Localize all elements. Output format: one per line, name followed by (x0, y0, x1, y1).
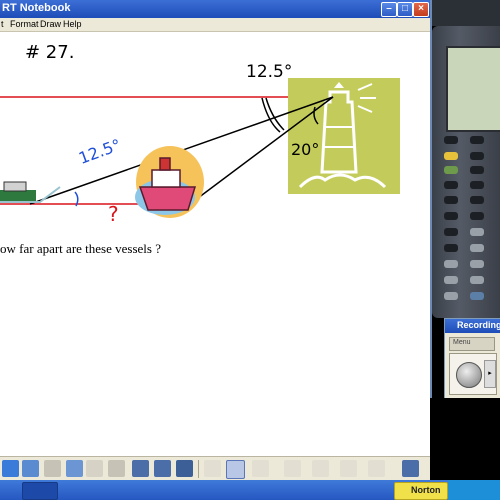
small-ship-picture (0, 181, 61, 203)
toolbar-capture-icon[interactable] (176, 460, 193, 477)
angle-label-lighthouse: 20° (291, 140, 320, 159)
problem-number: # 27. (25, 42, 75, 63)
notebook-window: RT Notebook – □ × t Format Draw Help # 2… (0, 0, 432, 481)
norton-label: Norton (411, 485, 441, 495)
toolbar-undo-icon[interactable] (2, 460, 19, 477)
angle-arc-top (261, 97, 281, 133)
calc-key[interactable] (470, 212, 484, 220)
calc-key[interactable] (470, 260, 484, 268)
recording-menu-dropdown[interactable]: Menu (449, 337, 495, 351)
window-title: RT Notebook (2, 2, 71, 14)
calc-key[interactable] (444, 212, 458, 220)
calc-key-2nd[interactable] (444, 152, 458, 160)
toolbar-save-icon[interactable] (22, 460, 39, 477)
toolbar-text-icon[interactable] (368, 460, 385, 477)
toolbar-highlighter-icon[interactable] (252, 460, 269, 477)
taskbar: Norton (0, 480, 500, 500)
calc-key[interactable] (444, 196, 458, 204)
calc-key[interactable] (444, 244, 458, 252)
recording-panel: Recording Menu ▸ (444, 318, 500, 400)
toolbar-copy-icon[interactable] (44, 460, 61, 477)
window-titlebar[interactable]: RT Notebook – □ × (0, 0, 430, 18)
close-button[interactable]: × (413, 2, 429, 17)
taskbar-app-button[interactable] (22, 482, 58, 500)
calc-key[interactable] (444, 228, 458, 236)
cruise-ship-picture (135, 146, 204, 218)
unknown-distance-mark: ? (108, 202, 119, 226)
recording-controls: ▸ (449, 353, 497, 395)
calc-key[interactable] (470, 181, 484, 189)
toolbar-redo-arrow-icon[interactable] (86, 460, 103, 477)
calculator-emulator[interactable] (432, 26, 500, 318)
lighthouse-picture (288, 78, 400, 194)
calc-key[interactable] (470, 228, 484, 236)
angle-label-top: 12.5° (246, 62, 293, 82)
toolbar-properties-icon[interactable] (402, 460, 419, 477)
system-tray (448, 480, 500, 500)
calc-key[interactable] (470, 152, 484, 160)
menu-item-insert[interactable]: t (1, 19, 4, 29)
bottom-toolbar (0, 456, 430, 481)
calc-key[interactable] (470, 244, 484, 252)
toolbar-delete-icon[interactable] (108, 460, 125, 477)
recording-titlebar[interactable]: Recording (445, 319, 500, 333)
record-button[interactable] (456, 362, 482, 388)
minimize-button[interactable]: – (381, 2, 397, 17)
toolbar-fill-icon[interactable] (340, 460, 357, 477)
toolbar-pen-icon[interactable] (226, 460, 245, 479)
recording-menu-label: Menu (453, 339, 471, 346)
maximize-button[interactable]: □ (397, 2, 413, 17)
calc-key[interactable] (444, 292, 458, 300)
toolbar-select-arrow-icon[interactable] (204, 460, 221, 477)
calc-key[interactable] (470, 136, 484, 144)
calculator-screen (446, 46, 500, 132)
calc-key[interactable] (470, 196, 484, 204)
recording-title: Recording (457, 320, 500, 330)
calc-key[interactable] (444, 136, 458, 144)
calc-key[interactable] (470, 292, 484, 300)
calc-key[interactable] (470, 276, 484, 284)
calculator-frame-top (432, 0, 500, 26)
calc-key[interactable] (444, 181, 458, 189)
norton-tray-button[interactable]: Norton (394, 482, 448, 500)
menu-item-help[interactable]: Help (63, 19, 82, 29)
toolbar-line-icon[interactable] (312, 460, 329, 477)
toolbar-undo-arrow-icon[interactable] (66, 460, 83, 477)
menu-item-format[interactable]: Format (10, 19, 39, 29)
calc-key[interactable] (470, 166, 484, 174)
record-options-arrow-icon[interactable]: ▸ (484, 360, 496, 388)
toolbar-screen-icon[interactable] (132, 460, 149, 477)
desktop-background (430, 398, 500, 480)
toolbar-table-icon[interactable] (154, 460, 171, 477)
menu-bar: t Format Draw Help (0, 18, 430, 32)
calc-key[interactable] (444, 260, 458, 268)
menu-item-draw[interactable]: Draw (40, 19, 61, 29)
calc-key[interactable] (444, 276, 458, 284)
toolbar-eraser-icon[interactable] (284, 460, 301, 477)
question-text: ow far apart are these vessels ? (0, 241, 161, 256)
calc-key-alpha[interactable] (444, 166, 458, 174)
